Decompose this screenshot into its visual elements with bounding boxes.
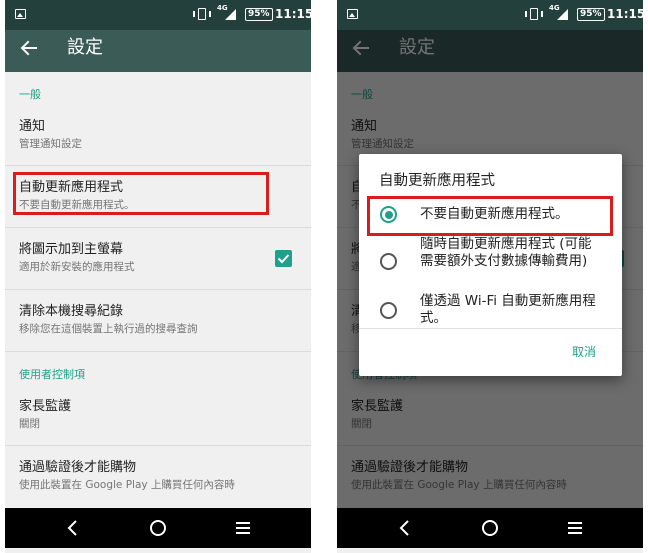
battery-indicator: 95%	[245, 8, 273, 21]
image-notification-icon	[347, 9, 358, 19]
menu-lines-icon[interactable]	[564, 517, 586, 539]
radio-unselected-icon[interactable]	[380, 302, 397, 319]
status-time: 11:15	[607, 7, 643, 21]
back-triangle-icon[interactable]	[62, 517, 84, 539]
radio-unselected-icon[interactable]	[380, 253, 397, 270]
radio-selected-icon[interactable]	[380, 206, 397, 223]
phone-screen-settings: 4G 95% 11:15 設定 一般 通知 管理通知設定 自動更新應用程式 不要…	[5, 0, 311, 553]
menu-lines-icon[interactable]	[232, 517, 254, 539]
app-toolbar: 設定	[5, 30, 311, 72]
radio-option-auto-update-anytime[interactable]: 隨時自動更新應用程式 (可能需要額外支付數據傳輸費用)	[359, 234, 622, 288]
pref-summary: 不要自動更新應用程式。	[19, 199, 135, 211]
pref-require-authentication[interactable]: 通過驗證後才能購物 使用此裝置在 Google Play 上購買任何內容時	[5, 446, 311, 508]
pref-title: 將圖示加到主螢幕	[19, 242, 124, 257]
battery-indicator: 95%	[577, 8, 605, 21]
checkbox-checked-icon[interactable]	[275, 250, 292, 267]
home-circle-icon[interactable]	[147, 517, 169, 539]
page-title: 設定	[67, 37, 103, 58]
radio-option-auto-update-wifi[interactable]: 僅透過 Wi-Fi 自動更新應用程式。	[359, 292, 622, 328]
pref-title: 通知	[19, 119, 46, 134]
navigation-bar	[5, 508, 311, 548]
dialog-title: 自動更新應用程式	[379, 173, 495, 189]
pref-clear-search-history[interactable]: 清除本機搜尋紀錄 移除您在這個裝置上執行過的搜尋查詢	[5, 290, 311, 352]
vibrate-icon	[525, 8, 543, 20]
pref-title: 清除本機搜尋紀錄	[19, 304, 124, 319]
option-label: 隨時自動更新應用程式 (可能需要額外支付數據傳輸費用)	[420, 236, 592, 269]
option-label: 不要自動更新應用程式。	[420, 206, 569, 222]
status-time: 11:15	[275, 7, 311, 21]
phone-screen-dialog: 4G 95% 11:15 設定 一般 通知 管理通知設定 自動更新應用程式 不要…	[337, 0, 643, 553]
pref-title: 通過驗證後才能購物	[19, 460, 137, 475]
pref-notifications[interactable]: 通知 管理通知設定	[5, 106, 311, 166]
navigation-bar	[337, 508, 643, 548]
pref-add-icon-home[interactable]: 將圖示加到主螢幕 適用於新安裝的應用程式	[5, 228, 311, 290]
back-triangle-icon[interactable]	[394, 517, 416, 539]
pref-title: 自動更新應用程式	[19, 180, 124, 195]
signal-icon	[557, 9, 568, 20]
pref-summary: 管理通知設定	[19, 138, 82, 150]
arrow-left-icon[interactable]	[19, 38, 39, 58]
pref-summary: 使用此裝置在 Google Play 上購買任何內容時	[19, 479, 235, 491]
radio-option-no-auto-update[interactable]: 不要自動更新應用程式。	[359, 202, 622, 228]
pref-auto-update-apps[interactable]: 自動更新應用程式 不要自動更新應用程式。	[5, 166, 311, 228]
signal-icon	[225, 9, 236, 20]
image-notification-icon	[15, 9, 26, 19]
auto-update-dialog: 自動更新應用程式 不要自動更新應用程式。 隨時自動更新應用程式 (可能需要額外支…	[359, 154, 622, 376]
pref-summary: 移除您在這個裝置上執行過的搜尋查詢	[19, 323, 198, 335]
section-header-general: 一般	[19, 88, 41, 101]
pref-summary: 適用於新安裝的應用程式	[19, 261, 135, 273]
status-bar: 4G 95% 11:15	[337, 0, 643, 30]
vibrate-icon	[193, 8, 211, 20]
home-circle-icon[interactable]	[479, 517, 501, 539]
cancel-button[interactable]: 取消	[572, 344, 596, 360]
pref-parental-controls[interactable]: 家長監護 關閉	[5, 386, 311, 446]
status-bar: 4G 95% 11:15	[5, 0, 311, 30]
settings-list: 一般 通知 管理通知設定 自動更新應用程式 不要自動更新應用程式。 將圖示加到主…	[5, 72, 311, 508]
dialog-divider	[359, 328, 622, 329]
pref-title: 家長監護	[19, 399, 72, 414]
pref-summary: 關閉	[19, 418, 40, 430]
section-header-user-controls: 使用者控制項	[19, 368, 85, 381]
option-label: 僅透過 Wi-Fi 自動更新應用程式。	[420, 293, 596, 326]
